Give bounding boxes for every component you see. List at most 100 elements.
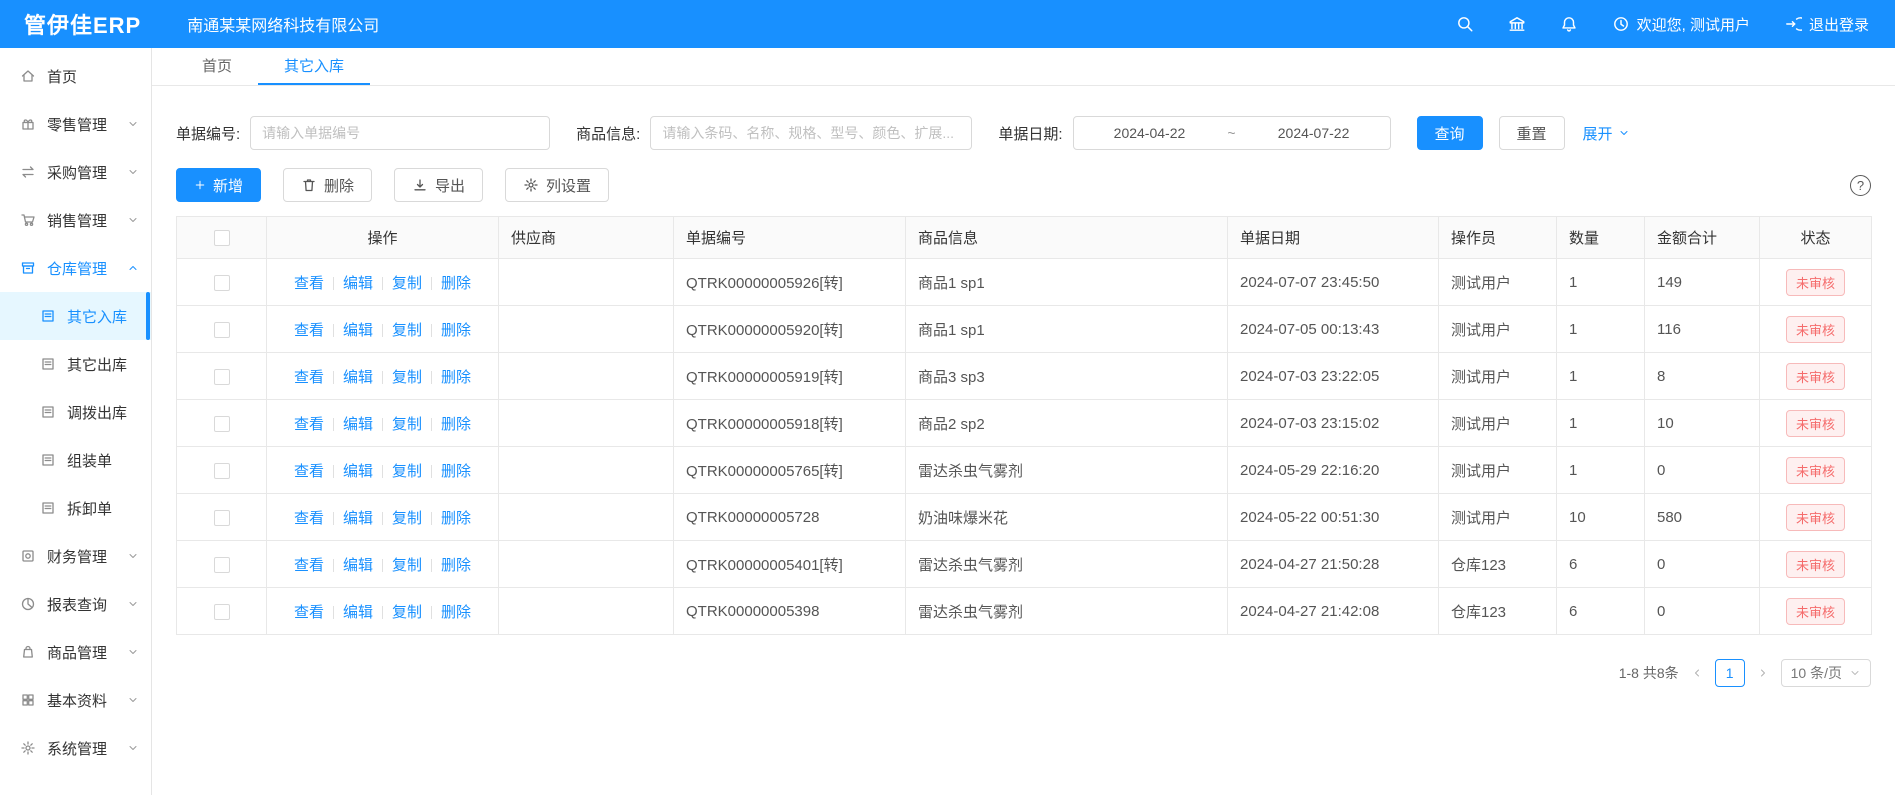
search-icon[interactable] <box>1456 15 1474 33</box>
sidebar-item-purchase[interactable]: 采购管理 <box>0 148 151 196</box>
edit-link[interactable]: 编辑 <box>343 510 373 527</box>
edit-link[interactable]: 编辑 <box>343 604 373 621</box>
logout-button[interactable]: 退出登录 <box>1784 14 1869 35</box>
row-checkbox[interactable] <box>214 322 230 338</box>
delete-link[interactable]: 删除 <box>441 510 471 527</box>
tab-home[interactable]: 首页 <box>176 48 258 85</box>
copy-link[interactable]: 复制 <box>392 463 422 480</box>
delete-link[interactable]: 删除 <box>441 322 471 339</box>
finance-icon <box>20 548 36 564</box>
help-icon[interactable]: ? <box>1850 175 1871 196</box>
prev-page-button[interactable] <box>1691 667 1703 679</box>
sidebar-item-home[interactable]: 首页 <box>0 52 151 100</box>
sidebar-item-products[interactable]: 商品管理 <box>0 628 151 676</box>
sidebar-item-system[interactable]: 系统管理 <box>0 724 151 772</box>
reset-button[interactable]: 重置 <box>1499 116 1565 150</box>
edit-link[interactable]: 编辑 <box>343 322 373 339</box>
sidebar-item-finance[interactable]: 财务管理 <box>0 532 151 580</box>
row-checkbox[interactable] <box>214 604 230 620</box>
sidebar-item-other-outbound[interactable]: 其它出库 <box>0 340 151 388</box>
delete-link[interactable]: 删除 <box>441 604 471 621</box>
doc-icon <box>40 308 56 324</box>
copy-link[interactable]: 复制 <box>392 275 422 292</box>
edit-link[interactable]: 编辑 <box>343 369 373 386</box>
product-cell: 雷达杀虫气雾剂 <box>906 447 1228 494</box>
row-checkbox[interactable] <box>214 463 230 479</box>
qty-cell: 1 <box>1557 400 1645 447</box>
delete-link[interactable]: 删除 <box>441 275 471 292</box>
page-number-button[interactable]: 1 <box>1715 659 1745 687</box>
col-order-no: 单据编号 <box>674 217 906 259</box>
table-row: 查看编辑复制删除 QTRK00000005926[转] 商品1 sp1 2024… <box>177 259 1872 306</box>
date-to-input[interactable] <box>1238 124 1390 142</box>
divider <box>431 277 432 290</box>
copy-link[interactable]: 复制 <box>392 322 422 339</box>
search-button[interactable]: 查询 <box>1417 116 1483 150</box>
copy-link[interactable]: 复制 <box>392 510 422 527</box>
view-link[interactable]: 查看 <box>294 557 324 574</box>
delete-link[interactable]: 删除 <box>441 463 471 480</box>
view-link[interactable]: 查看 <box>294 322 324 339</box>
order-no-cell: QTRK00000005918[转] <box>674 400 906 447</box>
delete-link[interactable]: 删除 <box>441 416 471 433</box>
view-link[interactable]: 查看 <box>294 510 324 527</box>
retail-icon <box>20 116 36 132</box>
sidebar-item-disassembly[interactable]: 拆卸单 <box>0 484 151 532</box>
row-checkbox[interactable] <box>214 557 230 573</box>
edit-link[interactable]: 编辑 <box>343 463 373 480</box>
edit-link[interactable]: 编辑 <box>343 275 373 292</box>
row-checkbox[interactable] <box>214 416 230 432</box>
export-button[interactable]: 导出 <box>394 168 483 202</box>
copy-link[interactable]: 复制 <box>392 416 422 433</box>
edit-link[interactable]: 编辑 <box>343 416 373 433</box>
next-page-button[interactable] <box>1757 667 1769 679</box>
row-checkbox[interactable] <box>214 275 230 291</box>
delete-link[interactable]: 删除 <box>441 557 471 574</box>
sidebar-item-basics[interactable]: 基本资料 <box>0 676 151 724</box>
view-link[interactable]: 查看 <box>294 369 324 386</box>
column-settings-button[interactable]: 列设置 <box>505 168 609 202</box>
col-actions: 操作 <box>267 217 499 259</box>
operator-cell: 测试用户 <box>1439 447 1557 494</box>
download-icon <box>412 177 428 193</box>
divider <box>333 324 334 337</box>
select-all-checkbox[interactable] <box>214 230 230 246</box>
sidebar-item-assembly[interactable]: 组装单 <box>0 436 151 484</box>
date-range-picker[interactable]: ~ <box>1073 116 1391 150</box>
copy-link[interactable]: 复制 <box>392 557 422 574</box>
view-link[interactable]: 查看 <box>294 275 324 292</box>
sidebar: 首页 零售管理 采购管理 销售管理 仓库管理 <box>0 48 152 795</box>
product-info-input[interactable] <box>650 116 972 150</box>
product-cell: 雷达杀虫气雾剂 <box>906 588 1228 635</box>
bell-icon[interactable] <box>1560 15 1578 33</box>
row-checkbox[interactable] <box>214 510 230 526</box>
welcome-user[interactable]: 欢迎您, 测试用户 <box>1612 14 1750 35</box>
sidebar-item-transfer-outbound[interactable]: 调拨出库 <box>0 388 151 436</box>
copy-link[interactable]: 复制 <box>392 369 422 386</box>
sidebar-item-reports[interactable]: 报表查询 <box>0 580 151 628</box>
tab-other-inbound[interactable]: 其它入库 <box>258 48 370 85</box>
view-link[interactable]: 查看 <box>294 604 324 621</box>
supplier-cell <box>499 541 674 588</box>
date-from-input[interactable] <box>1074 124 1226 142</box>
page-size-value: 10 条/页 <box>1791 663 1842 683</box>
sidebar-item-warehouse[interactable]: 仓库管理 <box>0 244 151 292</box>
chevron-right-icon <box>1757 667 1769 679</box>
sidebar-item-sales[interactable]: 销售管理 <box>0 196 151 244</box>
row-checkbox[interactable] <box>214 369 230 385</box>
delete-button[interactable]: 删除 <box>283 168 372 202</box>
copy-link[interactable]: 复制 <box>392 604 422 621</box>
add-button[interactable]: 新增 <box>176 168 261 202</box>
edit-link[interactable]: 编辑 <box>343 557 373 574</box>
expand-link[interactable]: 展开 <box>1583 123 1630 144</box>
bank-icon[interactable] <box>1508 15 1526 33</box>
order-no-input[interactable] <box>250 116 550 150</box>
sidebar-item-other-inbound[interactable]: 其它入库 <box>0 292 151 340</box>
view-link[interactable]: 查看 <box>294 416 324 433</box>
view-link[interactable]: 查看 <box>294 463 324 480</box>
status-badge: 未审核 <box>1786 410 1845 437</box>
status-badge: 未审核 <box>1786 504 1845 531</box>
delete-link[interactable]: 删除 <box>441 369 471 386</box>
sidebar-item-retail[interactable]: 零售管理 <box>0 100 151 148</box>
page-size-select[interactable]: 10 条/页 <box>1781 659 1871 687</box>
